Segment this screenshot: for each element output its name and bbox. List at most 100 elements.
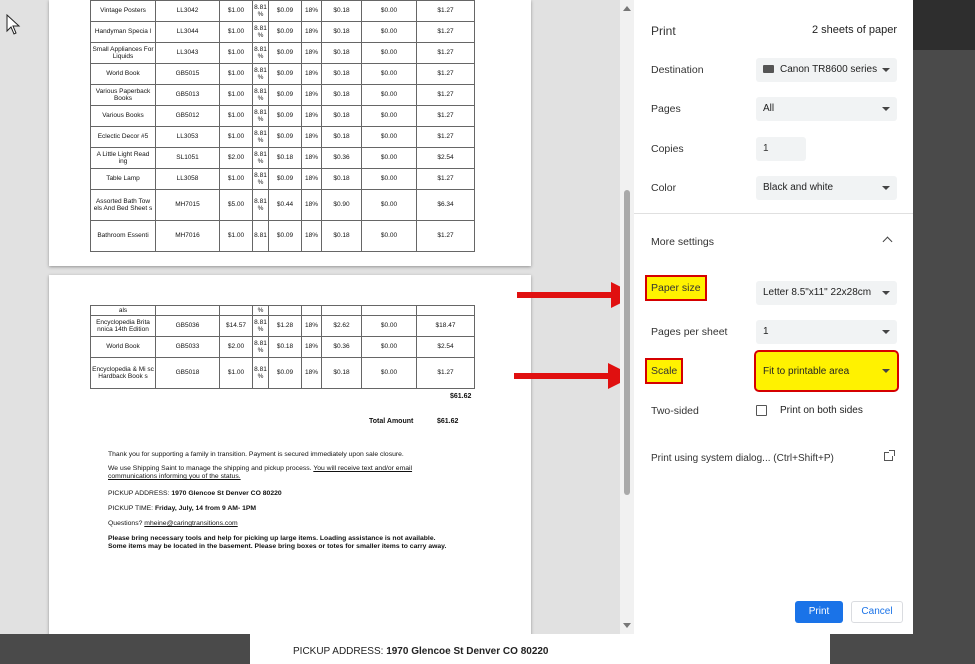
- table-cell: 8.81: [252, 220, 269, 252]
- table-cell: 8.81 %: [252, 147, 269, 169]
- pickup-time: Friday, July, 14 from 9 AM- 1PM: [154, 505, 257, 512]
- invoice-table-page-1: Vintage Posters LL3042 $1.00 8.81 % $0.09 18%…: [90, 0, 475, 252]
- table-cell: $0.00: [361, 84, 417, 106]
- table-cell: 18%: [301, 42, 322, 64]
- table-cell: $0.00: [361, 42, 417, 64]
- table-cell: 8.81 %: [252, 126, 269, 148]
- preview-page-2: als% Encyclopedia Brita nnica 14th Editio…: [49, 275, 531, 634]
- table-cell: 8.81 %: [252, 21, 269, 43]
- table-cell: 18%: [301, 168, 322, 190]
- table-row: A Little Light Read ing SL1051 $2.00 8.81 %…: [90, 147, 475, 169]
- table-cell: $0.09: [268, 220, 302, 252]
- table-cell: LL3058: [155, 168, 220, 190]
- chevron-down-icon: [882, 291, 890, 295]
- sheet-count: 2 sheets of paper: [811, 24, 897, 36]
- print-preview-area[interactable]: Vintage Posters LL3042 $1.00 8.81 % $0.09 18%…: [0, 0, 620, 634]
- chevron-down-icon: [882, 107, 890, 111]
- table-cell: $0.09: [268, 126, 302, 148]
- table-cell: Encyclopedia Brita nnica 14th Edition: [90, 315, 156, 337]
- thanks-note: Thank you for supporting a family in tra…: [108, 451, 404, 458]
- table-cell: $0.90: [321, 189, 362, 221]
- scale-label: Scale: [644, 358, 684, 384]
- paper-size-select[interactable]: Letter 8.5"x11" 22x28cm: [756, 281, 897, 305]
- table-cell: 18%: [301, 147, 322, 169]
- table-cell: als: [90, 305, 156, 316]
- table-row: Encyclopedia & Mi sc Hardback Book s GB50…: [90, 357, 475, 389]
- red-arrow-paper-size: [517, 282, 620, 308]
- table-cell: 18%: [301, 126, 322, 148]
- table-cell: $0.18: [321, 42, 362, 64]
- table-cell: $0.00: [361, 126, 417, 148]
- mouse-pointer-icon: [6, 14, 21, 35]
- table-cell: $1.27: [416, 105, 475, 127]
- preview-page-1: Vintage Posters LL3042 $1.00 8.81 % $0.09 18%…: [49, 0, 531, 266]
- table-row: Various Books GB5012 $1.00 8.81 % $0.09 18% $0…: [90, 105, 475, 127]
- table-cell: 18%: [301, 105, 322, 127]
- print-settings-panel: Print 2 sheets of paper Destination Cano…: [634, 0, 913, 634]
- table-cell: A Little Light Read ing: [90, 147, 156, 169]
- chevron-down-icon: [882, 369, 890, 373]
- questions-line: Questions? mheine@caringtransitions.com: [108, 520, 448, 528]
- table-cell: 18%: [301, 63, 322, 85]
- more-settings-toggle[interactable]: More settings: [651, 236, 714, 248]
- table-cell: GB5018: [155, 357, 220, 389]
- table-cell: $0.00: [361, 21, 417, 43]
- preview-scrollbar[interactable]: [620, 0, 634, 634]
- scale-select[interactable]: Fit to printable area: [754, 350, 899, 392]
- table-cell: $0.09: [268, 84, 302, 106]
- table-cell: $1.27: [416, 0, 475, 22]
- table-cell: Eclectic Decor #5: [90, 126, 156, 148]
- invoice-table-page-2: als% Encyclopedia Brita nnica 14th Editio…: [90, 305, 475, 389]
- table-cell: $2.00: [219, 336, 253, 358]
- open-external-icon[interactable]: [884, 450, 895, 461]
- table-cell: 8.81 %: [252, 336, 269, 358]
- questions-label: Questions?: [108, 520, 145, 527]
- table-cell: $0.00: [361, 315, 417, 337]
- table-cell: $1.00: [219, 21, 253, 43]
- table-row: Various Paperback Books GB5013 $1.00 8.81 %…: [90, 84, 475, 106]
- two-sided-checkbox[interactable]: [756, 405, 767, 416]
- scale-value: Fit to printable area: [763, 366, 850, 377]
- color-value: Black and white: [763, 182, 834, 193]
- table-cell: $0.00: [361, 189, 417, 221]
- two-sided-option[interactable]: Print on both sides: [780, 405, 863, 416]
- table-cell: $0.00: [361, 0, 417, 22]
- pages-per-sheet-select[interactable]: 1: [756, 320, 897, 344]
- questions-email: mheine@caringtransitions.com: [144, 520, 238, 527]
- scroll-down-icon[interactable]: [623, 623, 631, 628]
- scrollbar-thumb[interactable]: [624, 190, 630, 495]
- table-cell: $2.00: [219, 147, 253, 169]
- scroll-up-icon[interactable]: [623, 6, 631, 11]
- printer-icon: [763, 65, 774, 73]
- pages-select[interactable]: All: [756, 97, 897, 121]
- table-cell: $0.36: [321, 147, 362, 169]
- table-cell: $0.00: [361, 63, 417, 85]
- table-cell: $1.00: [219, 105, 253, 127]
- print-button[interactable]: Print: [795, 601, 843, 623]
- system-dialog-link[interactable]: Print using system dialog... (Ctrl+Shift…: [651, 453, 834, 464]
- table-cell: Vintage Posters: [90, 0, 156, 22]
- table-cell: 8.81 %: [252, 0, 269, 22]
- table-cell: 18%: [301, 336, 322, 358]
- destination-select[interactable]: Canon TR8600 series: [756, 58, 897, 82]
- table-cell: $0.18: [321, 105, 362, 127]
- color-label: Color: [651, 182, 677, 194]
- table-cell: $0.00: [361, 168, 417, 190]
- chevron-up-icon[interactable]: [882, 236, 893, 247]
- copies-input[interactable]: 1: [756, 137, 806, 161]
- cancel-button[interactable]: Cancel: [851, 601, 903, 623]
- table-cell: $0.00: [361, 105, 417, 127]
- table-cell: SL1051: [155, 147, 220, 169]
- table-cell: GB5036: [155, 315, 220, 337]
- subtotal-value: $61.62: [450, 393, 472, 400]
- bring-tools-note: Please bring necessary tools and help fo…: [108, 535, 447, 550]
- table-cell: $0.00: [361, 147, 417, 169]
- table-row: Vintage Posters LL3042 $1.00 8.81 % $0.09 18%…: [90, 0, 475, 22]
- table-cell: GB5012: [155, 105, 220, 127]
- color-select[interactable]: Black and white: [756, 176, 897, 200]
- table-cell: $0.18: [268, 147, 302, 169]
- table-cell: 8.81 %: [252, 357, 269, 389]
- red-arrow-scale: [514, 363, 620, 389]
- total-amount-value: $61.62: [437, 418, 459, 425]
- table-cell: LL3044: [155, 21, 220, 43]
